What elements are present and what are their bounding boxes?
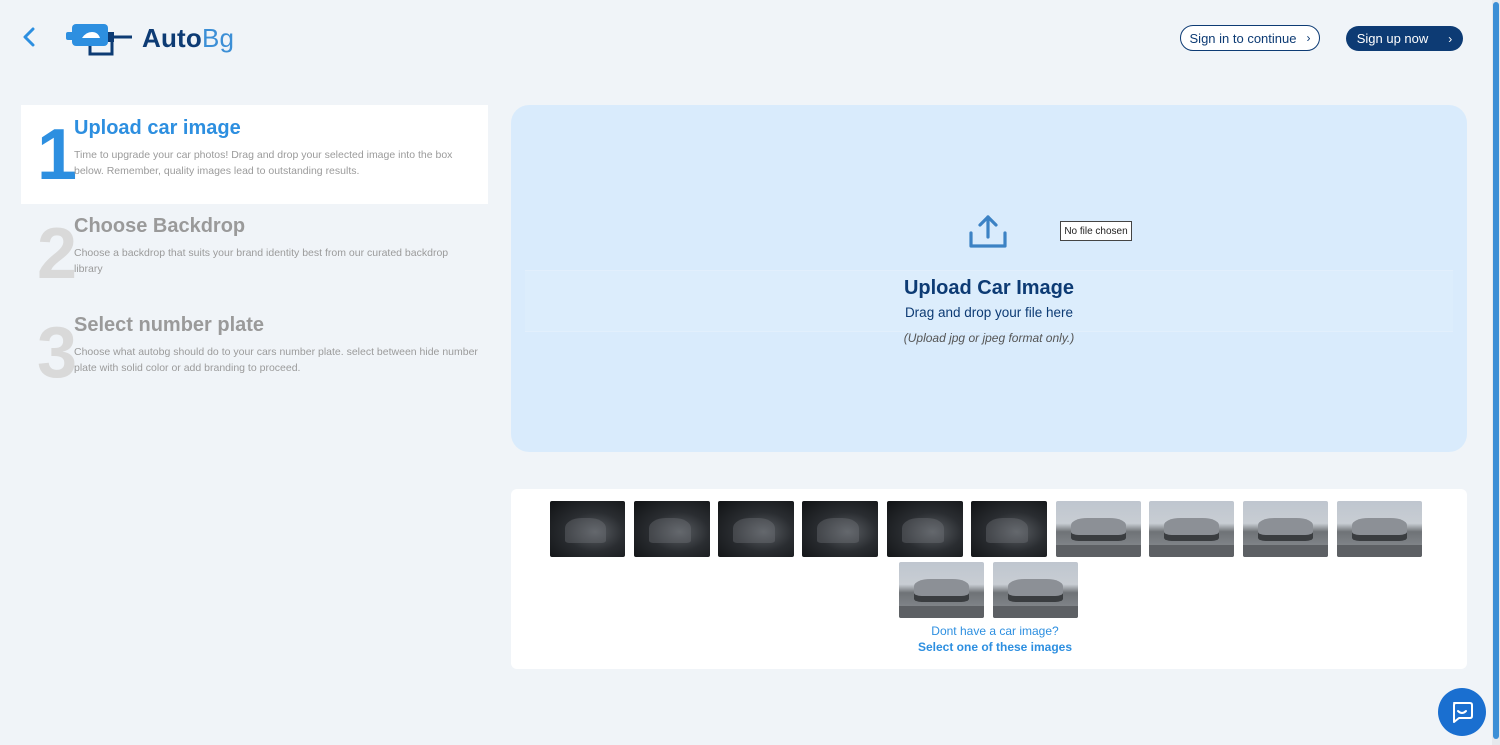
chevron-right-icon: › — [1306, 31, 1311, 45]
sample-thumbnail[interactable] — [634, 501, 710, 557]
sample-thumbnail[interactable] — [1056, 501, 1141, 557]
sample-thumbnail[interactable] — [1243, 501, 1328, 557]
sample-thumbnail[interactable] — [802, 501, 878, 557]
logo[interactable]: AutoBg — [64, 18, 234, 58]
sample-thumbnail[interactable] — [899, 562, 984, 618]
step-description: Choose a backdrop that suits your brand … — [74, 247, 449, 275]
upload-format-note: (Upload jpg or jpeg format only.) — [903, 331, 1075, 345]
step-upload-car-image[interactable]: 1 Upload car image Time to upgrade your … — [21, 105, 488, 204]
chat-button[interactable] — [1438, 688, 1486, 736]
sample-thumbnail[interactable] — [993, 562, 1078, 618]
logo-mark-icon — [66, 24, 132, 56]
step-select-number-plate[interactable]: 3 Select number plate Choose what autobg… — [21, 305, 488, 395]
step-title: Select number plate — [74, 314, 265, 336]
sample-thumbnail[interactable] — [1337, 501, 1422, 557]
step-title: Choose Backdrop — [74, 215, 246, 237]
sample-thumbnail[interactable] — [971, 501, 1047, 557]
chevron-left-icon — [23, 27, 35, 47]
sample-images-panel: Dont have a car image? Select one of the… — [511, 489, 1467, 669]
sign-up-label: Sign up now — [1356, 31, 1429, 46]
back-button[interactable] — [16, 24, 42, 50]
step-choose-backdrop[interactable]: 2 Choose Backdrop Choose a backdrop that… — [21, 206, 488, 296]
sign-in-label: Sign in to continue — [1189, 30, 1297, 46]
scrollbar[interactable] — [1492, 0, 1500, 745]
scrollbar-thumb[interactable] — [1493, 2, 1499, 739]
step-number: 1 — [37, 115, 78, 195]
file-status: No file chosen — [1060, 221, 1132, 241]
upload-dropzone[interactable]: No file chosen Upload Car Image Drag and… — [511, 105, 1467, 452]
step-title: Upload car image — [74, 117, 241, 139]
logo-text-auto: Auto — [142, 22, 202, 53]
sign-up-button[interactable]: Sign up now › — [1346, 26, 1463, 51]
sign-in-button[interactable]: Sign in to continue › — [1180, 25, 1320, 51]
step-description: Time to upgrade your car photos! Drag an… — [74, 149, 453, 177]
upload-icon[interactable] — [968, 215, 1008, 249]
upload-subtitle: Drag and drop your file here — [904, 305, 1074, 320]
logo-text: AutoBg — [142, 23, 234, 54]
chat-icon — [1453, 702, 1473, 723]
sample-thumbnail[interactable] — [550, 501, 625, 557]
sample-thumbnail[interactable] — [1149, 501, 1234, 557]
sample-question: Dont have a car image? — [931, 624, 1059, 638]
chevron-right-icon: › — [1448, 31, 1453, 46]
step-number: 2 — [37, 214, 78, 294]
step-description: Choose what autobg should do to your car… — [74, 346, 478, 374]
select-sample-link[interactable]: Select one of these images — [511, 640, 1479, 654]
sample-thumbnail[interactable] — [887, 501, 963, 557]
upload-title: Upload Car Image — [903, 277, 1075, 299]
logo-text-bg: Bg — [202, 22, 235, 53]
step-number: 3 — [37, 313, 78, 393]
sample-thumbnail[interactable] — [718, 501, 794, 557]
